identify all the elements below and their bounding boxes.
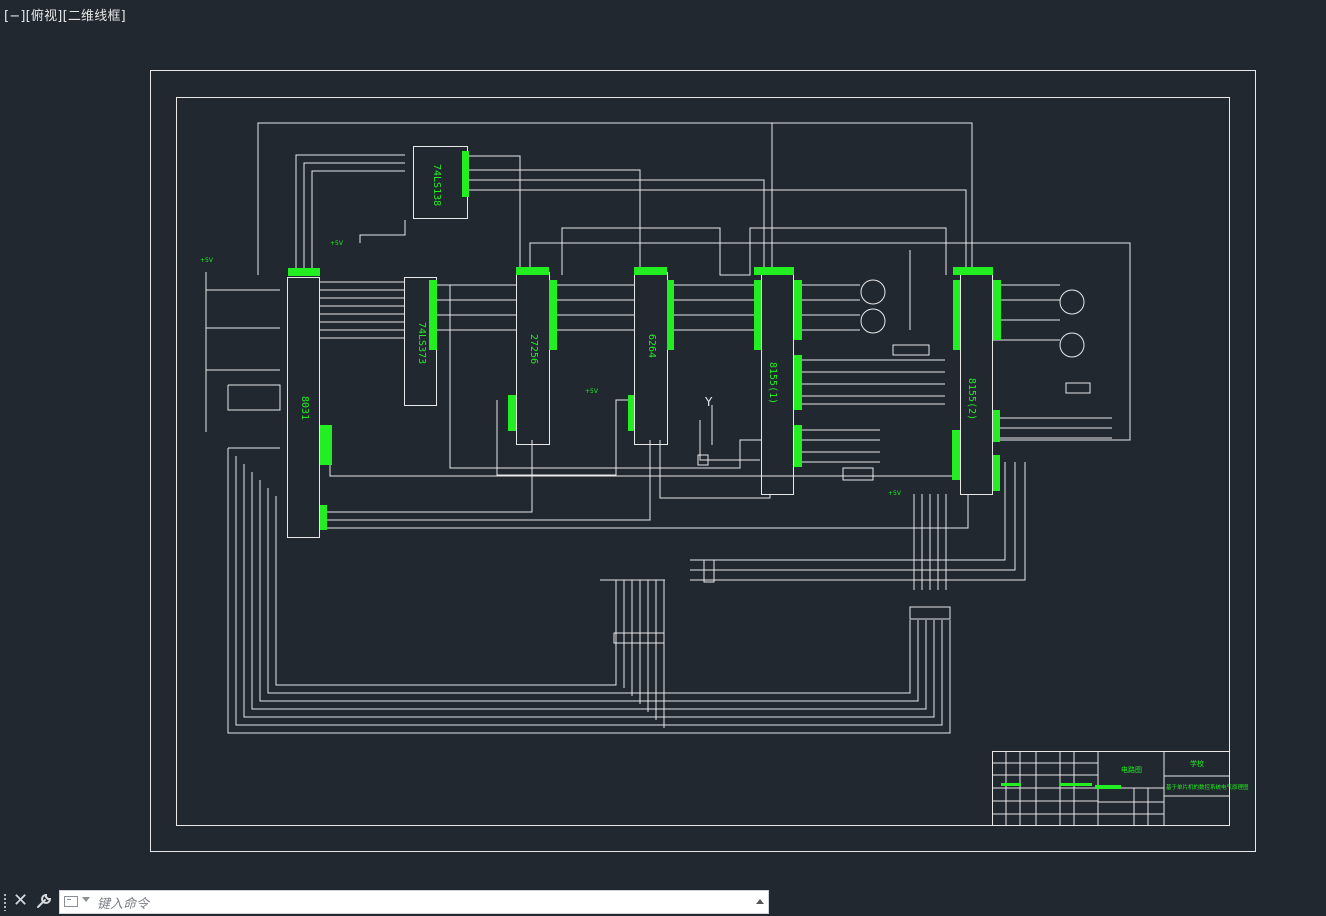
close-icon[interactable]: ✕ bbox=[13, 891, 28, 911]
command-line[interactable] bbox=[59, 890, 769, 914]
chevron-down-icon[interactable] bbox=[82, 897, 90, 902]
label-vcc-top: +5V bbox=[330, 240, 344, 247]
chevron-up-icon[interactable] bbox=[756, 899, 764, 904]
sheet-inner-border bbox=[176, 97, 1230, 826]
chip-6264 bbox=[634, 272, 668, 445]
label-vcc-right: +5V bbox=[888, 490, 902, 497]
label-antenna: Y bbox=[704, 395, 713, 409]
label-74ls373: 74LS373 bbox=[416, 322, 427, 364]
title-block-drawing-title: 电路图 bbox=[1121, 765, 1142, 774]
label-74ls138: 74LS138 bbox=[431, 164, 442, 206]
command-prompt-icon[interactable] bbox=[64, 896, 78, 907]
title-block-project: 基于单片机的数控系统电气原理图 bbox=[1166, 783, 1249, 791]
label-8031: 8031 bbox=[299, 396, 310, 420]
label-vcc-left: +5V bbox=[200, 257, 214, 264]
command-bar: ✕ bbox=[0, 888, 1326, 916]
wrench-icon[interactable] bbox=[35, 892, 53, 910]
grip-dots-icon[interactable] bbox=[3, 893, 7, 911]
command-input[interactable] bbox=[95, 894, 749, 914]
label-6264: 6264 bbox=[646, 334, 657, 358]
sheet-outer-border bbox=[150, 70, 1256, 852]
label-8155-1: 8155(1) bbox=[767, 362, 778, 404]
label-8155-2: 8155(2) bbox=[966, 378, 977, 420]
title-block-school: 学校 bbox=[1190, 759, 1204, 768]
drawing-canvas[interactable]: 74LS138 8031 74LS373 27256 6264 8155(1) … bbox=[0, 0, 1326, 888]
label-27256: 27256 bbox=[528, 334, 539, 364]
label-vcc-eprom: +5V bbox=[585, 388, 599, 395]
